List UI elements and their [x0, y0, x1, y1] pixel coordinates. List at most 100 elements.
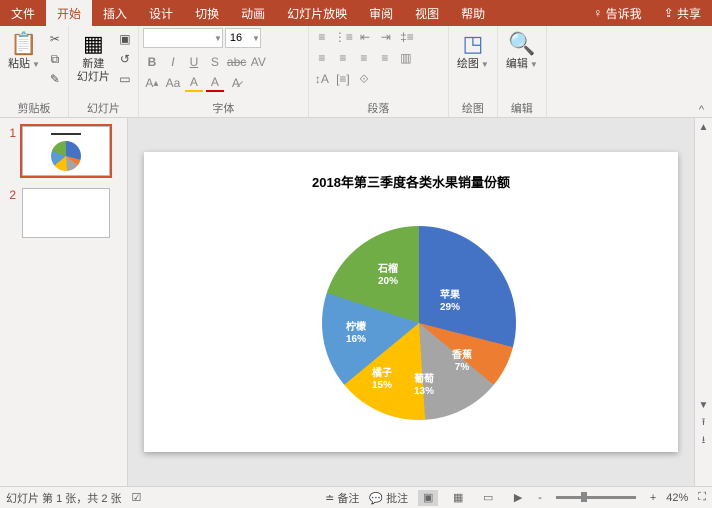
- indent-inc-button[interactable]: ⇥: [377, 28, 395, 46]
- italic-button[interactable]: I: [164, 53, 182, 71]
- scroll-down-button[interactable]: ▼: [695, 396, 712, 414]
- slice-label-grape: 葡萄 13%: [414, 374, 434, 398]
- slide-counter: 幻灯片 第 1 张，共 2 张: [6, 490, 122, 506]
- font-family-select[interactable]: ▼: [143, 28, 223, 48]
- share-button[interactable]: ⇪ 共享: [653, 0, 712, 26]
- group-drawing: ◳ 绘图▼ 绘图: [449, 26, 498, 117]
- spellcheck-icon[interactable]: ☑: [132, 491, 142, 504]
- align-right-button[interactable]: ≡: [355, 49, 373, 67]
- tab-animation[interactable]: 动画: [230, 0, 276, 26]
- bold-button[interactable]: B: [143, 53, 161, 71]
- sorter-view-button[interactable]: ▦: [448, 490, 468, 506]
- clear-format-button[interactable]: A̷: [227, 74, 245, 92]
- tab-bar: 文件 开始 插入 设计 切换 动画 幻灯片放映 审阅 视图 帮助 ♀ 告诉我 ⇪…: [0, 0, 712, 26]
- tab-help[interactable]: 帮助: [450, 0, 496, 26]
- drawing-button[interactable]: ◳ 绘图▼: [453, 28, 493, 73]
- scroll-up-button[interactable]: ▲: [695, 118, 712, 136]
- chevron-down-icon: ▼: [214, 34, 222, 43]
- thumbnail-2[interactable]: 2: [0, 186, 127, 240]
- prev-slide-button[interactable]: ⭱: [695, 414, 712, 432]
- tab-view[interactable]: 视图: [404, 0, 450, 26]
- group-paragraph: ≡ ⋮≡ ⇤ ⇥ ‡≡ ≡ ≡ ≡ ≡ ▥ ↕A [≡] ⟐ 段落: [309, 26, 449, 117]
- chevron-down-icon: ▼: [481, 60, 489, 69]
- strike-button[interactable]: abc: [227, 53, 246, 71]
- slice-label-orange: 橘子 15%: [372, 368, 392, 392]
- slideshow-view-button[interactable]: ▶: [508, 490, 528, 506]
- editing-button[interactable]: 🔍 编辑▼: [502, 28, 542, 73]
- case-button[interactable]: Aa: [164, 74, 182, 92]
- paste-icon: 📋: [10, 30, 37, 58]
- slide-thumbnails: 1 2: [0, 118, 128, 486]
- format-painter-button[interactable]: ✎: [46, 70, 64, 88]
- chevron-down-icon: ▼: [530, 60, 538, 69]
- tab-home[interactable]: 开始: [46, 0, 92, 26]
- reading-view-button[interactable]: ▭: [478, 490, 498, 506]
- group-font: ▼ 16▼ B I U S abc AV A▴ Aa A A A̷ 字体: [139, 26, 309, 117]
- columns-button[interactable]: ▥: [397, 49, 415, 67]
- line-spacing-button[interactable]: ‡≡: [398, 28, 416, 46]
- align-text-button[interactable]: [≡]: [334, 70, 352, 88]
- share-icon: ⇪: [664, 6, 674, 20]
- bulb-icon: ♀: [593, 6, 602, 20]
- underline-button[interactable]: U: [185, 53, 203, 71]
- collapse-ribbon-button[interactable]: ^: [699, 104, 704, 116]
- font-color-button[interactable]: A: [206, 74, 224, 92]
- section-button[interactable]: ▭: [116, 70, 134, 88]
- notes-button[interactable]: ≐ 备注: [325, 490, 359, 506]
- tab-design[interactable]: 设计: [138, 0, 184, 26]
- text-direction-button[interactable]: ↕A: [313, 70, 331, 88]
- bullets-button[interactable]: ≡: [313, 28, 331, 46]
- brush-icon: ✎: [50, 72, 60, 86]
- font-size-select[interactable]: 16▼: [225, 28, 261, 48]
- zoom-level[interactable]: 42%: [666, 492, 688, 504]
- tab-slideshow[interactable]: 幻灯片放映: [276, 0, 358, 26]
- group-label: 幻灯片: [73, 99, 134, 117]
- zoom-out-button[interactable]: -: [538, 492, 542, 504]
- indent-dec-button[interactable]: ⇤: [356, 28, 374, 46]
- comments-button[interactable]: 💬 批注: [369, 490, 408, 506]
- pie-chart: 苹果 29% 香蕉 7% 葡萄 13% 橘子 15% 柠檬 16% 石榴 20%: [322, 226, 516, 420]
- group-slides: ▦ 新建 幻灯片 ▣ ↺ ▭ 幻灯片: [69, 26, 139, 117]
- spacing-button[interactable]: AV: [249, 53, 267, 71]
- paste-button[interactable]: 📋 粘贴▼: [4, 28, 44, 73]
- slide-editor[interactable]: 2018年第三季度各类水果销量份额 苹果 29% 香蕉 7% 葡萄 13% 橘子…: [128, 118, 694, 486]
- new-slide-button[interactable]: ▦ 新建 幻灯片: [73, 28, 114, 86]
- tab-review[interactable]: 审阅: [358, 0, 404, 26]
- tab-file[interactable]: 文件: [0, 0, 46, 26]
- align-left-button[interactable]: ≡: [313, 49, 331, 67]
- shadow-button[interactable]: S: [206, 53, 224, 71]
- copy-button[interactable]: ⧉: [46, 50, 64, 68]
- layout-button[interactable]: ▣: [116, 30, 134, 48]
- status-bar: 幻灯片 第 1 张，共 2 张 ☑ ≐ 备注 💬 批注 ▣ ▦ ▭ ▶ - + …: [0, 486, 712, 508]
- vertical-scrollbar[interactable]: ▲ ▼ ⭱ ⭳: [694, 118, 712, 486]
- zoom-slider[interactable]: [556, 496, 636, 499]
- reset-button[interactable]: ↺: [116, 50, 134, 68]
- group-label: 绘图: [453, 99, 493, 117]
- highlight-button[interactable]: A: [185, 74, 203, 92]
- slice-label-apple: 苹果 29%: [440, 290, 460, 314]
- thumbnail-1[interactable]: 1: [0, 124, 127, 178]
- align-center-button[interactable]: ≡: [334, 49, 352, 67]
- section-icon: ▭: [119, 72, 130, 86]
- normal-view-button[interactable]: ▣: [418, 490, 438, 506]
- cut-button[interactable]: ✂: [46, 30, 64, 48]
- slide-canvas: 2018年第三季度各类水果销量份额 苹果 29% 香蕉 7% 葡萄 13% 橘子…: [144, 152, 678, 452]
- chevron-down-icon: ▼: [252, 34, 260, 43]
- tellme-button[interactable]: ♀ 告诉我: [582, 0, 652, 26]
- tab-insert[interactable]: 插入: [92, 0, 138, 26]
- zoom-in-button[interactable]: +: [650, 492, 656, 504]
- smartart-button[interactable]: ⟐: [355, 70, 373, 88]
- group-label: 字体: [143, 99, 304, 117]
- tab-transition[interactable]: 切换: [184, 0, 230, 26]
- slice-label-lemon: 柠檬 16%: [346, 322, 366, 346]
- next-slide-button[interactable]: ⭳: [695, 432, 712, 450]
- numbering-button[interactable]: ⋮≡: [334, 28, 353, 46]
- group-label: 段落: [313, 99, 444, 117]
- grow-font-button[interactable]: A▴: [143, 74, 161, 92]
- shapes-icon: ◳: [462, 30, 483, 58]
- layout-icon: ▣: [119, 32, 130, 46]
- slice-label-pomegranate: 石榴 20%: [378, 264, 398, 288]
- chart-title: 2018年第三季度各类水果销量份额: [144, 172, 678, 191]
- justify-button[interactable]: ≡: [376, 49, 394, 67]
- fit-to-window-button[interactable]: ⛶: [698, 491, 706, 504]
